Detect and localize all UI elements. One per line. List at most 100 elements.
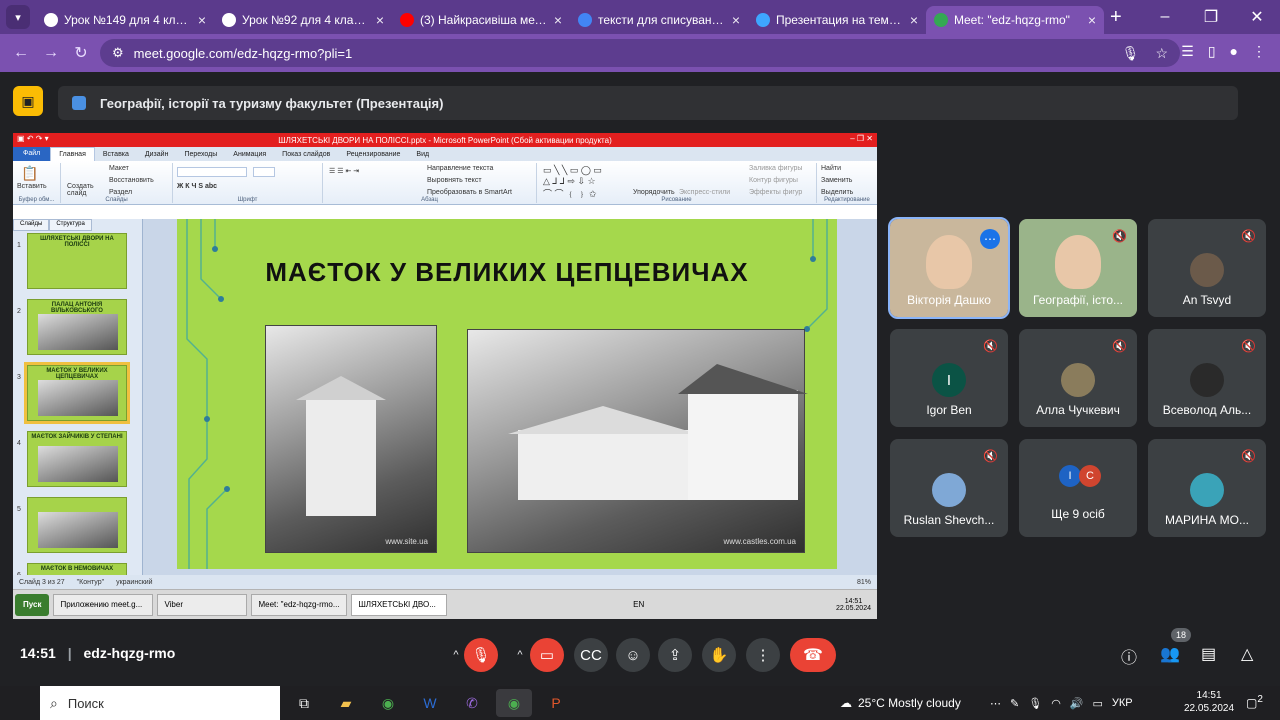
taskbar-clock[interactable]: 14:51 22.05.2024 — [1184, 689, 1234, 715]
forward-icon[interactable]: → — [36, 44, 66, 62]
shape-effects-button[interactable]: Эффекты фигур — [749, 189, 802, 196]
align-text-button[interactable]: Выровнять текст — [427, 177, 482, 184]
present-screen-icon[interactable]: ⇪ — [658, 638, 692, 672]
close-tab-icon[interactable]: × — [198, 12, 206, 28]
close-tab-icon[interactable]: × — [1088, 12, 1096, 28]
chrome-icon[interactable]: ◉ — [370, 689, 406, 717]
slide-thumbnail[interactable]: 4 МАЄТОК ЗАЙЧИКІВ У СТЕПАНІ — [17, 431, 127, 487]
slide-thumbnail[interactable]: 2 ПАЛАЦ АНТОНІЯ ВІЛЬКОВСЬКОГО — [17, 299, 127, 355]
stop-presentation-icon[interactable]: ▣ — [13, 86, 43, 116]
close-tab-icon[interactable]: × — [554, 12, 562, 28]
browser-tab[interactable]: Урок №149 для 4 класу з × — [36, 6, 214, 34]
slide-thumbnail[interactable]: 6МАЄТОК В НЕМОВИЧАХ — [17, 563, 127, 575]
bold-icon[interactable]: Ж К Ч S abc — [177, 183, 217, 190]
site-info-icon[interactable]: ⚙ — [112, 45, 124, 61]
list-icons[interactable]: ☰ ☰ ⇤ ⇥ — [329, 167, 359, 175]
viber-icon[interactable]: ✆ — [454, 689, 490, 717]
close-tab-icon[interactable]: × — [376, 12, 384, 28]
arrange-button[interactable]: Упорядочить — [633, 189, 675, 196]
taskbar-search[interactable]: ⌕ Поиск — [40, 686, 280, 720]
tray-overflow-icon[interactable]: ⋯ — [990, 697, 1001, 710]
people-icon[interactable]: 👥 — [1160, 644, 1180, 664]
menu-kebab-icon[interactable]: ⋮ — [1252, 43, 1266, 60]
tab-slides[interactable]: Слайды — [13, 219, 50, 231]
browser-tab[interactable]: Презентация на тему: "Сер × — [748, 6, 926, 34]
shape-outline-button[interactable]: Контур фигуры — [749, 177, 798, 184]
minimize-icon[interactable]: – — [1142, 8, 1188, 26]
ppt-tab[interactable]: Дизайн — [137, 151, 177, 158]
url-bar[interactable]: ⚙ meet.google.com/edz-hqzg-rmo?pli=1 🎙 ☆ — [100, 39, 1180, 67]
battery-icon[interactable]: ▭ — [1093, 697, 1103, 710]
start-button[interactable]: Пуск — [15, 593, 50, 616]
mic-off-icon[interactable]: 🎙 — [464, 638, 498, 672]
font-size-box[interactable] — [253, 167, 275, 177]
camera-off-icon[interactable]: ▭ — [530, 638, 564, 672]
slide-thumbnail[interactable]: 3 МАЄТОК У ВЕЛИКИХ ЦЕПЦЕВИЧАХ — [17, 362, 130, 424]
shape-fill-button[interactable]: Заливка фигуры — [749, 165, 802, 172]
participant-more-icon[interactable]: ⋯ — [980, 229, 1000, 249]
notifications-icon[interactable]: ▢2 — [1246, 694, 1263, 710]
participant-tile[interactable]: 🔇 Алла Чучкевич — [1019, 329, 1137, 427]
shapes-gallery-icon[interactable]: ▭ ╲ ╲ ▭ ◯ ▭ △ ⅃ ⅃ ⇨ ⇩ ☆ ⌒ ⌒ ﹛ ﹜ ✩ — [543, 165, 602, 200]
participant-tile[interactable]: I 🔇 Igor Ben — [890, 329, 1008, 427]
close-tab-icon[interactable]: × — [732, 12, 740, 28]
reload-icon[interactable]: ↻ — [66, 43, 96, 63]
paste-button[interactable]: Вставить — [17, 183, 47, 190]
section-button[interactable]: Раздел — [109, 189, 132, 196]
reading-list-icon[interactable]: ☰ — [1181, 43, 1194, 60]
participant-tile[interactable]: ⋯ Вікторія Дашко — [888, 217, 1010, 319]
ppt-tab[interactable]: Рецензирование — [338, 151, 408, 158]
ppt-tab[interactable]: Файл — [13, 147, 51, 161]
participant-tile[interactable]: 🔇 Всеволод Аль... — [1148, 329, 1266, 427]
ppt-tab[interactable]: Главная — [50, 147, 95, 161]
leave-call-button[interactable]: ☎ — [790, 638, 836, 672]
remote-task-meet[interactable]: Приложению meet.g... — [53, 593, 154, 616]
weather-widget[interactable]: ☁ 25°C Mostly cloudy — [840, 686, 961, 720]
close-window-icon[interactable]: ✕ — [1234, 7, 1280, 27]
network-icon[interactable]: ◠ — [1051, 697, 1061, 710]
pen-icon[interactable]: ✎ — [1010, 697, 1019, 710]
ppt-tab[interactable]: Переходы — [176, 151, 225, 158]
ppt-tab[interactable]: Вид — [408, 151, 437, 158]
chat-icon[interactable]: ▤ — [1201, 644, 1216, 664]
remote-task-viber[interactable]: Viber — [157, 593, 248, 616]
slide-thumbnail[interactable]: 5 — [17, 497, 127, 553]
participant-tile[interactable]: 🔇 Ruslan Shevch... — [890, 439, 1008, 537]
new-slide-button[interactable]: Создать слайд — [67, 183, 97, 197]
mic-tray-icon[interactable]: 🎙 — [1028, 697, 1042, 710]
replace-button[interactable]: Заменить — [821, 177, 852, 184]
remote-task-meet-tab[interactable]: Meet: "edz-hqzg-rmo... — [251, 593, 348, 616]
back-icon[interactable]: ← — [6, 44, 36, 62]
ppt-tab[interactable]: Показ слайдов — [274, 151, 338, 158]
captions-icon[interactable]: CC — [574, 638, 608, 672]
file-explorer-icon[interactable]: ▰ — [328, 689, 364, 717]
slide-canvas[interactable]: МАЄТОК У ВЕЛИКИХ ЦЕПЦЕВИЧАХ www.site.ua … — [177, 219, 837, 569]
quick-styles-button[interactable]: Экспресс-стили — [679, 189, 730, 196]
remote-task-ppt[interactable]: ШЛЯХЕТСЬКІ ДВО... — [351, 593, 448, 616]
more-options-icon[interactable]: ⋮ — [746, 638, 780, 672]
meeting-details-icon[interactable]: ⓘ — [1121, 644, 1137, 668]
find-button[interactable]: Найти — [821, 165, 841, 172]
browser-tab[interactable]: (3) Найкрасивіша мелоді × — [392, 6, 570, 34]
ppt-tab[interactable]: Вставка — [95, 151, 137, 158]
raise-hand-icon[interactable]: ✋ — [702, 638, 736, 672]
reset-button[interactable]: Восстановить — [109, 177, 154, 184]
chrome-active-icon[interactable]: ◉ — [496, 689, 532, 717]
tab-outline[interactable]: Структура — [49, 219, 92, 231]
bookmark-star-icon[interactable]: ☆ — [1155, 45, 1168, 62]
participant-tile[interactable]: 🔇 МАРИНА МО... — [1148, 439, 1266, 537]
activities-icon[interactable]: △ — [1241, 644, 1253, 664]
mic-icon[interactable]: 🎙 — [1122, 45, 1140, 62]
participant-tile[interactable]: I C Ще 9 осіб — [1019, 439, 1137, 537]
browser-tab[interactable]: тексти для списування 1 к × — [570, 6, 748, 34]
layout-button[interactable]: Макет — [109, 165, 129, 172]
slide-thumbnail[interactable]: 1 ШЛЯХЕТСЬКІ ДВОРИ НА ПОЛІССІ — [17, 233, 127, 289]
close-tab-icon[interactable]: × — [910, 12, 918, 28]
sidebar-icon[interactable]: ▯ — [1208, 43, 1216, 60]
profile-avatar[interactable]: ● — [1230, 43, 1238, 60]
participant-tile[interactable]: 🔇 Географії, істо... — [1019, 219, 1137, 317]
text-direction-button[interactable]: Направление текста — [427, 165, 493, 172]
zoom-level[interactable]: 81% — [857, 579, 871, 586]
select-button[interactable]: Выделить — [821, 189, 853, 196]
powerpoint-icon[interactable]: P — [538, 689, 574, 717]
